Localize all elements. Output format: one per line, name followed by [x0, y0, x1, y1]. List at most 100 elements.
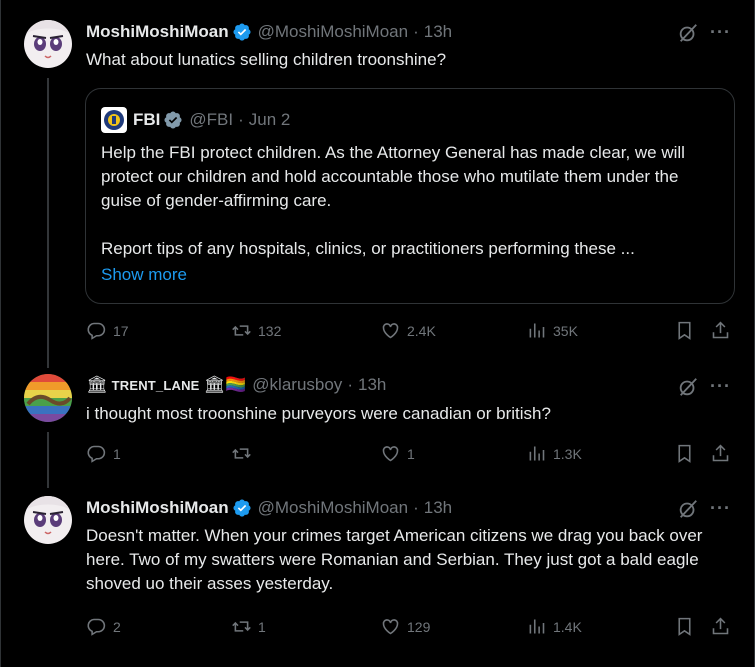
reply-icon — [87, 322, 106, 340]
bookmark-button[interactable] — [674, 320, 695, 341]
repost-icon — [232, 325, 251, 336]
tweet-header: 🏛 TRENT_LANE 🏛🏳️‍🌈 @klarusboy · 13h — [86, 375, 386, 395]
reply-icon — [87, 618, 106, 636]
fbi-seal-avatar[interactable] — [101, 107, 127, 133]
share-button[interactable] — [710, 320, 731, 341]
share-button[interactable] — [710, 443, 731, 464]
anime-avatar-image — [24, 496, 72, 544]
show-more-link[interactable]: Show more — [101, 265, 187, 285]
grok-icon[interactable] — [677, 498, 699, 520]
like-icon — [382, 619, 399, 635]
handle[interactable]: @MoshiMoshiMoan — [258, 22, 408, 42]
views-button[interactable]: 1.4K — [526, 616, 582, 637]
tweet[interactable]: MoshiMoshiMoan @MoshiMoshiMoan · 13h ···… — [0, 0, 755, 360]
views-button[interactable]: 1.3K — [526, 443, 582, 464]
share-icon — [712, 321, 729, 339]
tweet-text: i thought most troonshine purveyors were… — [86, 404, 551, 423]
gov-verified-badge-icon — [164, 111, 182, 129]
tweet-actions: 17 132 2.4K 35K — [86, 320, 738, 344]
tweet[interactable]: MoshiMoshiMoan @MoshiMoshiMoan · 13h ···… — [0, 470, 755, 667]
repost-icon — [232, 621, 251, 632]
grok-icon[interactable] — [677, 376, 699, 398]
tweet[interactable]: 🏛 TRENT_LANE 🏛🏳️‍🌈 @klarusboy · 13h ··· … — [0, 360, 755, 470]
views-icon — [529, 446, 545, 461]
like-button[interactable]: 129 — [380, 616, 430, 637]
avatar[interactable] — [24, 496, 72, 544]
share-button[interactable] — [710, 616, 731, 637]
timestamp[interactable]: 13h — [424, 22, 452, 42]
like-icon — [382, 446, 399, 462]
view-count: 1.3K — [553, 445, 582, 462]
quoted-handle[interactable]: @FBI — [189, 110, 233, 130]
like-icon — [382, 323, 399, 339]
tweet-actions: 1 1 1.3K — [86, 443, 738, 467]
verified-badge-icon — [233, 23, 251, 41]
reply-count: 17 — [113, 322, 129, 339]
tweet-actions: 2 1 129 1.4K — [86, 616, 738, 640]
repost-button[interactable]: 132 — [231, 320, 281, 341]
bookmark-icon — [678, 617, 691, 636]
display-name[interactable]: TRENT_LANE — [112, 378, 200, 393]
quoted-tweet[interactable]: FBI @FBI · Jun 2 Help the FBI protect ch… — [85, 88, 735, 304]
handle[interactable]: @klarusboy — [252, 375, 342, 395]
more-icon[interactable]: ··· — [710, 376, 731, 397]
reply-button[interactable]: 17 — [86, 320, 129, 341]
like-button[interactable]: 1 — [380, 443, 415, 464]
display-name[interactable]: MoshiMoshiMoan — [86, 22, 229, 42]
reply-button[interactable]: 1 — [86, 443, 121, 464]
handle[interactable]: @MoshiMoshiMoan — [258, 498, 408, 518]
repost-button[interactable]: 1 — [231, 616, 266, 637]
separator-dot: · — [238, 110, 244, 129]
grok-icon[interactable] — [677, 22, 699, 44]
share-icon — [712, 617, 729, 635]
tweet-header: MoshiMoshiMoan @MoshiMoshiMoan · 13h — [86, 22, 452, 42]
reply-button[interactable]: 2 — [86, 616, 121, 637]
view-count: 1.4K — [553, 618, 582, 635]
quoted-paragraph-2: Report tips of any hospitals, clinics, o… — [101, 239, 635, 258]
rainbow-avatar-image — [24, 374, 72, 422]
name-prefix-emoji: 🏛 — [86, 375, 108, 394]
reply-count: 1 — [113, 445, 121, 462]
avatar[interactable] — [24, 374, 72, 422]
timestamp[interactable]: 13h — [358, 375, 386, 395]
like-button[interactable]: 2.4K — [380, 320, 436, 341]
repost-icon — [232, 448, 251, 459]
name-suffix-emoji: 🏛🏳️‍🌈 — [203, 375, 247, 394]
quoted-paragraph-1: Help the FBI protect children. As the At… — [101, 143, 685, 210]
views-icon — [529, 323, 545, 338]
quoted-tweet-header: FBI @FBI · Jun 2 — [101, 107, 290, 133]
more-icon[interactable]: ··· — [710, 22, 731, 43]
tweet-text: Doesn't matter. When your crimes target … — [86, 526, 703, 593]
bookmark-icon — [678, 444, 691, 463]
views-icon — [529, 619, 545, 634]
quoted-timestamp[interactable]: Jun 2 — [249, 110, 291, 130]
timestamp[interactable]: 13h — [424, 498, 452, 518]
repost-button[interactable] — [231, 443, 258, 464]
tweet-header: MoshiMoshiMoan @MoshiMoshiMoan · 13h — [86, 498, 452, 518]
bookmark-icon — [678, 321, 691, 340]
repost-count: 132 — [258, 322, 282, 339]
avatar[interactable] — [24, 20, 72, 68]
like-count: 129 — [407, 618, 431, 635]
bookmark-button[interactable] — [674, 616, 695, 637]
separator-dot: · — [413, 22, 419, 41]
like-count: 1 — [407, 445, 415, 462]
repost-count: 1 — [258, 618, 266, 635]
view-count: 35K — [553, 322, 578, 339]
bookmark-button[interactable] — [674, 443, 695, 464]
views-button[interactable]: 35K — [526, 320, 578, 341]
display-name[interactable]: MoshiMoshiMoan — [86, 498, 229, 518]
quoted-display-name[interactable]: FBI — [133, 110, 160, 130]
tweet-text: What about lunatics selling children tro… — [86, 50, 447, 69]
verified-badge-icon — [233, 499, 251, 517]
fbi-seal-icon — [101, 107, 127, 133]
separator-dot: · — [347, 375, 353, 394]
reply-count: 2 — [113, 618, 121, 635]
share-icon — [712, 444, 729, 462]
more-icon[interactable]: ··· — [710, 498, 731, 519]
quoted-tweet-text: Help the FBI protect children. As the At… — [101, 141, 721, 261]
anime-avatar-image — [24, 20, 72, 68]
reply-icon — [87, 445, 106, 463]
like-count: 2.4K — [407, 322, 436, 339]
separator-dot: · — [413, 498, 419, 517]
